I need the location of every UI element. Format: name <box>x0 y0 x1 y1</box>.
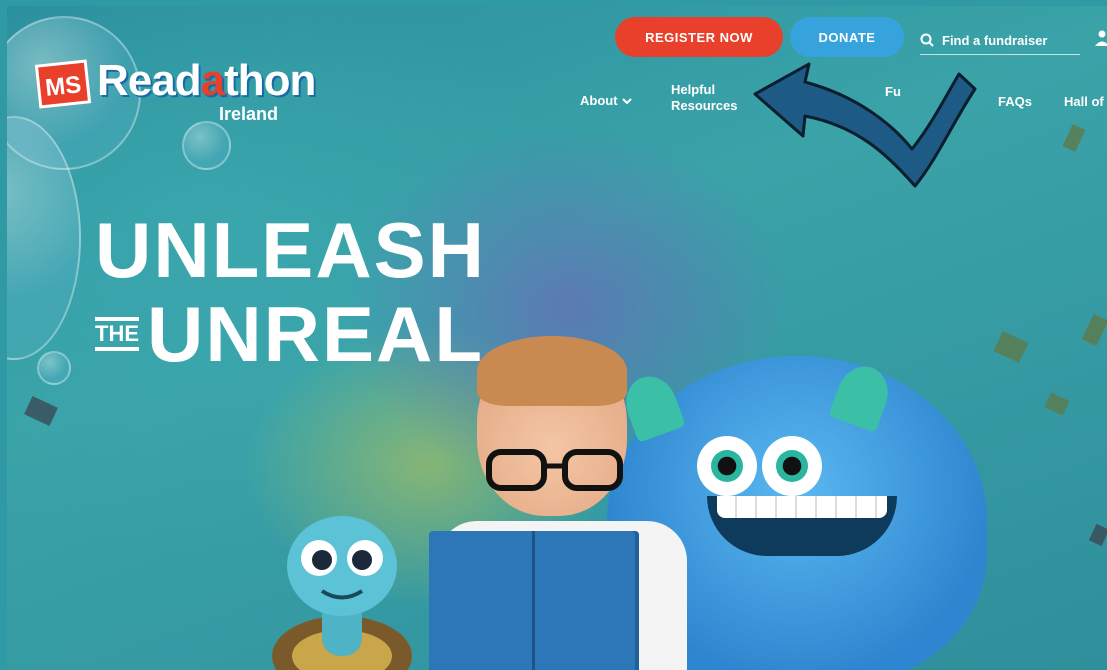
logo-wordmark-accent: a <box>200 56 226 105</box>
confetti-decoration <box>1062 124 1086 152</box>
hero-line-unleash: UNLEASH <box>95 206 487 294</box>
monster-teeth <box>717 496 887 518</box>
nav-label-line: Resources <box>671 98 738 113</box>
find-fundraiser-search[interactable]: Find a fundraiser <box>920 26 1080 55</box>
logo-subtitle: Ireland <box>219 104 279 124</box>
site-logo[interactable]: MS Readathon Ireland <box>34 56 327 136</box>
register-now-button[interactable]: REGISTER NOW <box>615 17 783 57</box>
nav-item-hall-of-fame[interactable]: Hall of <box>1064 94 1104 110</box>
confetti-decoration <box>1044 392 1070 416</box>
nav-item-about[interactable]: About <box>580 93 632 109</box>
chevron-down-icon <box>621 98 632 105</box>
hero-unreal: UNREAL <box>147 290 484 378</box>
nav-label-line: Helpful <box>671 82 716 97</box>
nav-item-helpful-resources[interactable]: Helpful Resources <box>671 82 751 114</box>
logo-wordmark: Readathon <box>97 56 316 106</box>
nav-item-faqs[interactable]: FAQs <box>998 94 1032 110</box>
hero-line-unreal: THE UNREAL <box>95 295 486 373</box>
annotation-arrow-icon <box>753 62 977 188</box>
search-icon <box>920 33 934 47</box>
find-fundraiser-label: Find a fundraiser <box>942 32 1048 48</box>
bubble-decoration <box>37 351 71 385</box>
confetti-decoration <box>1088 523 1107 547</box>
monster-horn <box>828 359 896 433</box>
logo-wordmark-part: thon <box>224 56 316 105</box>
monster-eye <box>697 436 757 496</box>
nav-about-label: About <box>580 93 618 108</box>
donate-button[interactable]: DONATE <box>790 17 904 57</box>
hero-background: MS Readathon Ireland REGISTER NOW DONATE… <box>7 6 1107 670</box>
confetti-decoration <box>24 396 58 426</box>
confetti-decoration <box>993 331 1029 363</box>
hero-headline: UNLEASH THE UNREAL <box>95 211 486 373</box>
turtle-character-illustration <box>272 516 412 670</box>
monster-eye <box>762 436 822 496</box>
user-icon[interactable] <box>1095 30 1107 46</box>
book-spine <box>532 531 535 670</box>
logo-ms-badge: MS <box>34 59 92 109</box>
hero-the: THE <box>95 317 139 351</box>
logo-wordmark-part: Read <box>97 56 202 105</box>
monster-horn <box>618 369 686 443</box>
boy-hair <box>477 336 627 406</box>
glasses-icon <box>486 449 623 491</box>
confetti-decoration <box>1081 313 1107 347</box>
